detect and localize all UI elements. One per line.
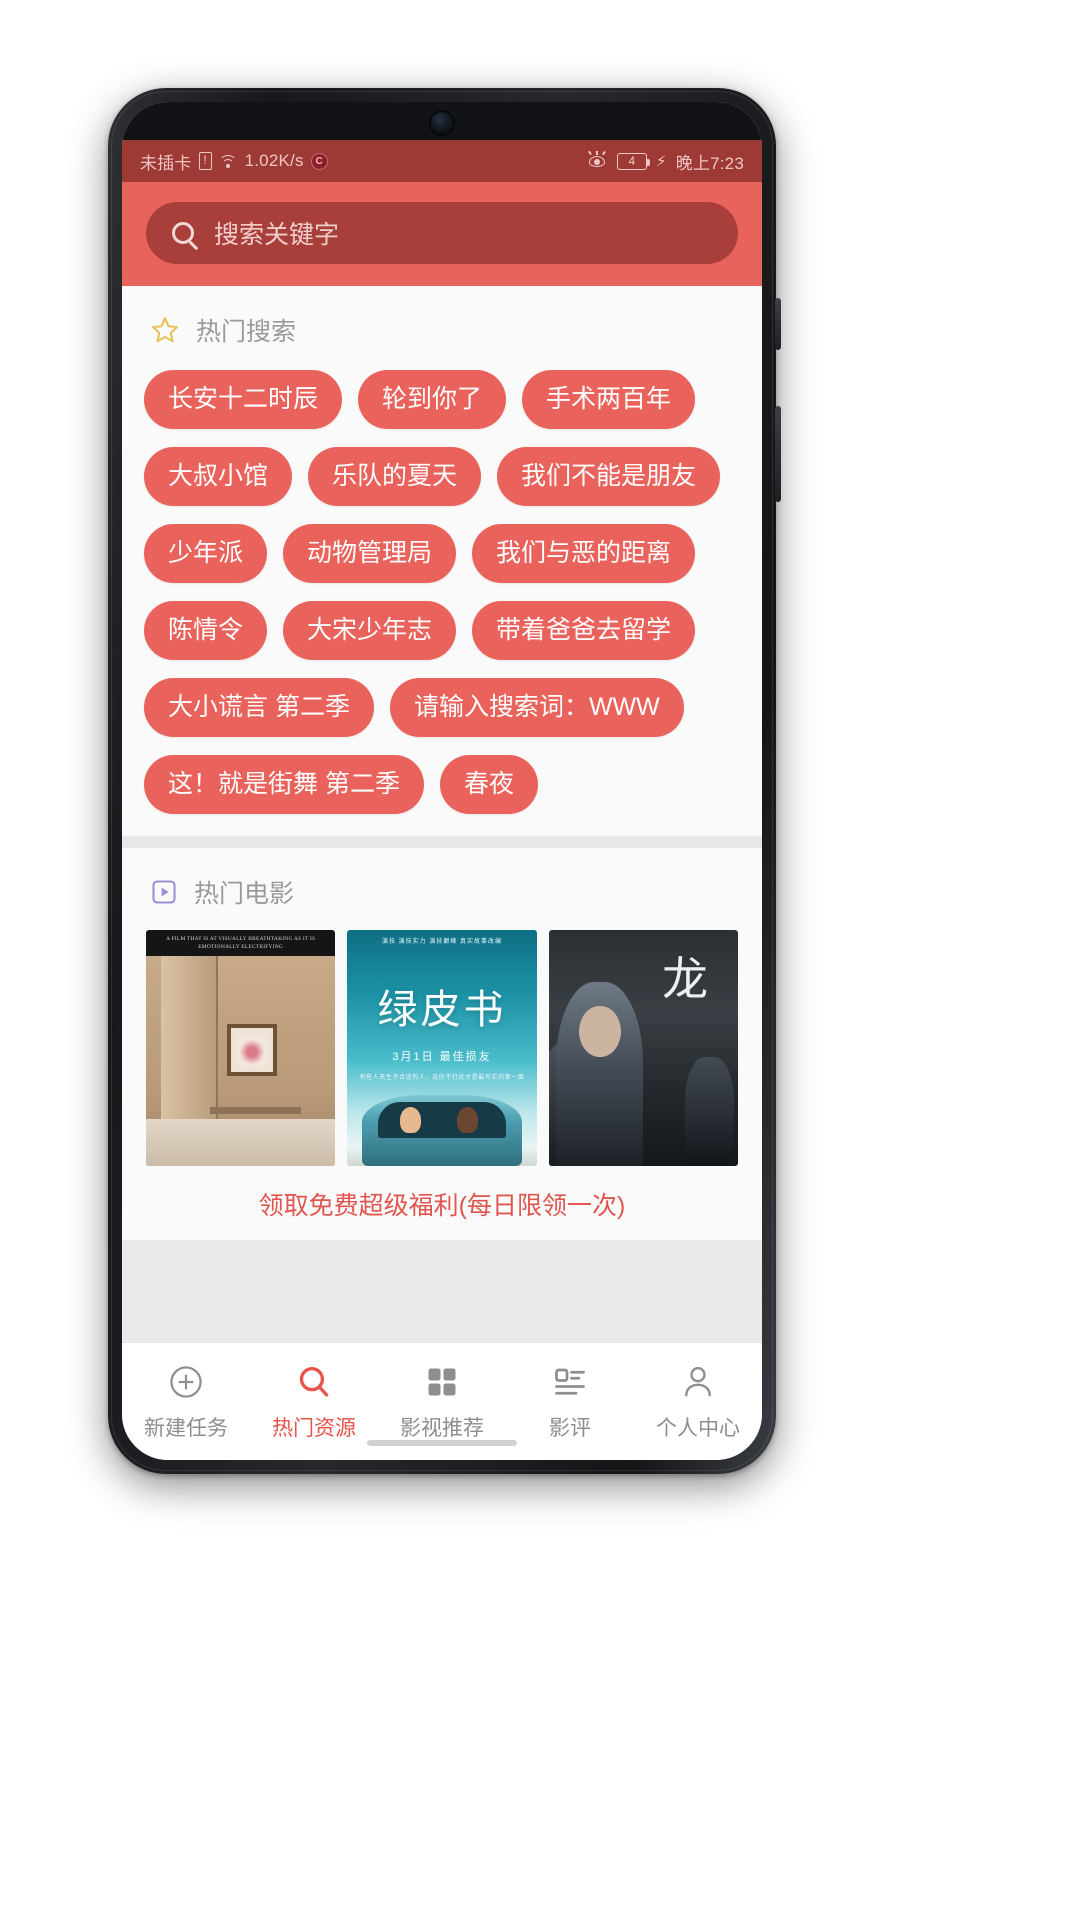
content-scroll-area[interactable]: 热门搜索 长安十二时辰 轮到你了 手术两百年 大叔小馆 乐队的夏天 我们不能是朋… (122, 286, 762, 1342)
star-icon (150, 315, 180, 345)
search-icon (295, 1361, 333, 1403)
hot-search-tag[interactable]: 陈情令 (144, 601, 268, 660)
promo-banner[interactable]: 领取免费超级福利(每日限领一次) (122, 1166, 762, 1240)
tab-label: 个人中心 (656, 1417, 740, 1440)
network-speed-label: 1.02K/s (244, 151, 304, 170)
search-input[interactable]: 搜索关键字 (214, 215, 339, 251)
screenshot-root: 未插卡 1.02K/s C 4 ⚡ 晚上7:23 (0, 0, 1080, 1920)
tab-profile[interactable]: 个人中心 (634, 1343, 762, 1460)
hot-search-tag[interactable]: 手术两百年 (522, 370, 696, 429)
hot-search-panel: 热门搜索 长安十二时辰 轮到你了 手术两百年 大叔小馆 乐队的夏天 我们不能是朋… (122, 286, 762, 836)
user-icon (679, 1361, 717, 1403)
hot-search-tag[interactable]: 我们与恶的距离 (472, 524, 696, 583)
poster-art-picture-frame (227, 1024, 277, 1077)
phone-screen: 未插卡 1.02K/s C 4 ⚡ 晚上7:23 (122, 102, 762, 1460)
sim-warning-icon (198, 152, 212, 170)
search-icon (172, 222, 194, 244)
hot-search-tag[interactable]: 乐队的夏天 (308, 447, 482, 506)
movie-poster-row: A FILM THAT IS AT VISUALLY BREATHTAKING … (122, 916, 762, 1166)
poster-art-person-right (457, 1107, 478, 1133)
hot-search-tag-list: 长安十二时辰 轮到你了 手术两百年 大叔小馆 乐队的夏天 我们不能是朋友 少年派… (122, 354, 762, 836)
power-button[interactable] (775, 406, 781, 502)
hot-search-tag[interactable]: 大小谎言 第二季 (144, 678, 374, 737)
hot-search-title: 热门搜索 (196, 318, 297, 346)
carrier-label: 未插卡 (140, 153, 192, 173)
movie-poster[interactable]: 演技 演技实力 演技巅峰 真实故事改编 绿皮书 3月1日 最佳损友 有些人天生不… (347, 930, 537, 1166)
phone-frame: 未插卡 1.02K/s C 4 ⚡ 晚上7:23 (108, 88, 781, 1474)
status-bar-left: 未插卡 1.02K/s C (140, 149, 328, 174)
search-bar[interactable]: 搜索关键字 (146, 202, 738, 264)
poster-art-windshield (377, 1102, 507, 1138)
lightning-bolt-icon: ⚡ (655, 153, 667, 170)
poster-art-bed (146, 1118, 336, 1166)
poster-art-ledge (210, 1107, 302, 1115)
poster-caption: A FILM THAT IS AT VISUALLY BREATHTAKING … (166, 936, 316, 951)
tab-reviews[interactable]: 影评 (506, 1343, 634, 1460)
hot-movies-title: 热门电影 (194, 880, 295, 908)
hot-search-tag[interactable]: 请输入搜索词：WWW (389, 678, 684, 737)
tab-label: 新建任务 (144, 1417, 228, 1440)
hot-movies-header: 热门电影 (122, 848, 762, 916)
list-icon (552, 1361, 588, 1403)
movie-poster[interactable]: A FILM THAT IS AT VISUALLY BREATHTAKING … (146, 930, 336, 1166)
hot-search-tag[interactable]: 春夜 (439, 755, 538, 814)
clock-label: 晚上7:23 (675, 153, 744, 173)
tab-label: 影视推荐 (400, 1417, 484, 1440)
hot-search-tag[interactable]: 我们不能是朋友 (497, 447, 721, 506)
volume-button[interactable] (775, 298, 781, 350)
tab-new-task[interactable]: 新建任务 (122, 1343, 250, 1460)
wifi-icon (218, 154, 238, 169)
hot-search-tag[interactable]: 动物管理局 (283, 524, 457, 583)
battery-icon: 4 (616, 152, 650, 170)
hot-search-tag[interactable]: 轮到你了 (358, 370, 507, 429)
home-indicator (367, 1440, 517, 1446)
hot-search-tag[interactable]: 这！就是街舞 第二季 (144, 755, 424, 814)
hot-search-tag[interactable]: 带着爸爸去留学 (472, 601, 696, 660)
grid-squares-icon (424, 1361, 460, 1403)
hot-search-tag[interactable]: 大宋少年志 (283, 601, 457, 660)
hot-search-header: 热门搜索 (122, 286, 762, 354)
plus-circle-icon (167, 1361, 205, 1403)
poster-tagline: 有些人天生不合适的人，这份不打扰才是最写实的第一面 (359, 1074, 525, 1081)
poster-title: 绿皮书 (377, 988, 507, 1033)
app-notification-badge: C (310, 152, 328, 170)
tab-label: 影评 (549, 1417, 591, 1440)
status-bar: 未插卡 1.02K/s C 4 ⚡ 晚上7:23 (122, 140, 762, 182)
search-header: 搜索关键字 (122, 182, 762, 286)
hot-search-tag[interactable]: 长安十二时辰 (144, 370, 343, 429)
poster-art-person-left (400, 1107, 422, 1133)
movie-poster[interactable]: 龙 (548, 930, 738, 1166)
tab-label: 热门资源 (272, 1417, 356, 1440)
hot-search-tag[interactable]: 少年派 (144, 524, 268, 583)
hot-movies-panel: 热门电影 A FILM THAT IS AT VISUALLY BREATHTA… (122, 848, 762, 1240)
front-camera (431, 112, 453, 134)
poster-title: 龙 (661, 954, 708, 1006)
play-square-icon (150, 878, 178, 906)
status-bar-right: 4 ⚡ 晚上7:23 (586, 149, 744, 174)
eye-comfort-icon (586, 150, 608, 169)
tab-hot-resources[interactable]: 热门资源 (250, 1343, 378, 1460)
section-divider (122, 836, 762, 848)
hot-search-tag[interactable]: 大叔小馆 (144, 447, 293, 506)
poster-subtitle: 3月1日 最佳损友 (392, 1051, 492, 1063)
poster-credits: 演技 演技实力 演技巅峰 真实故事改编 (381, 939, 502, 945)
poster-art-face (578, 1005, 621, 1058)
